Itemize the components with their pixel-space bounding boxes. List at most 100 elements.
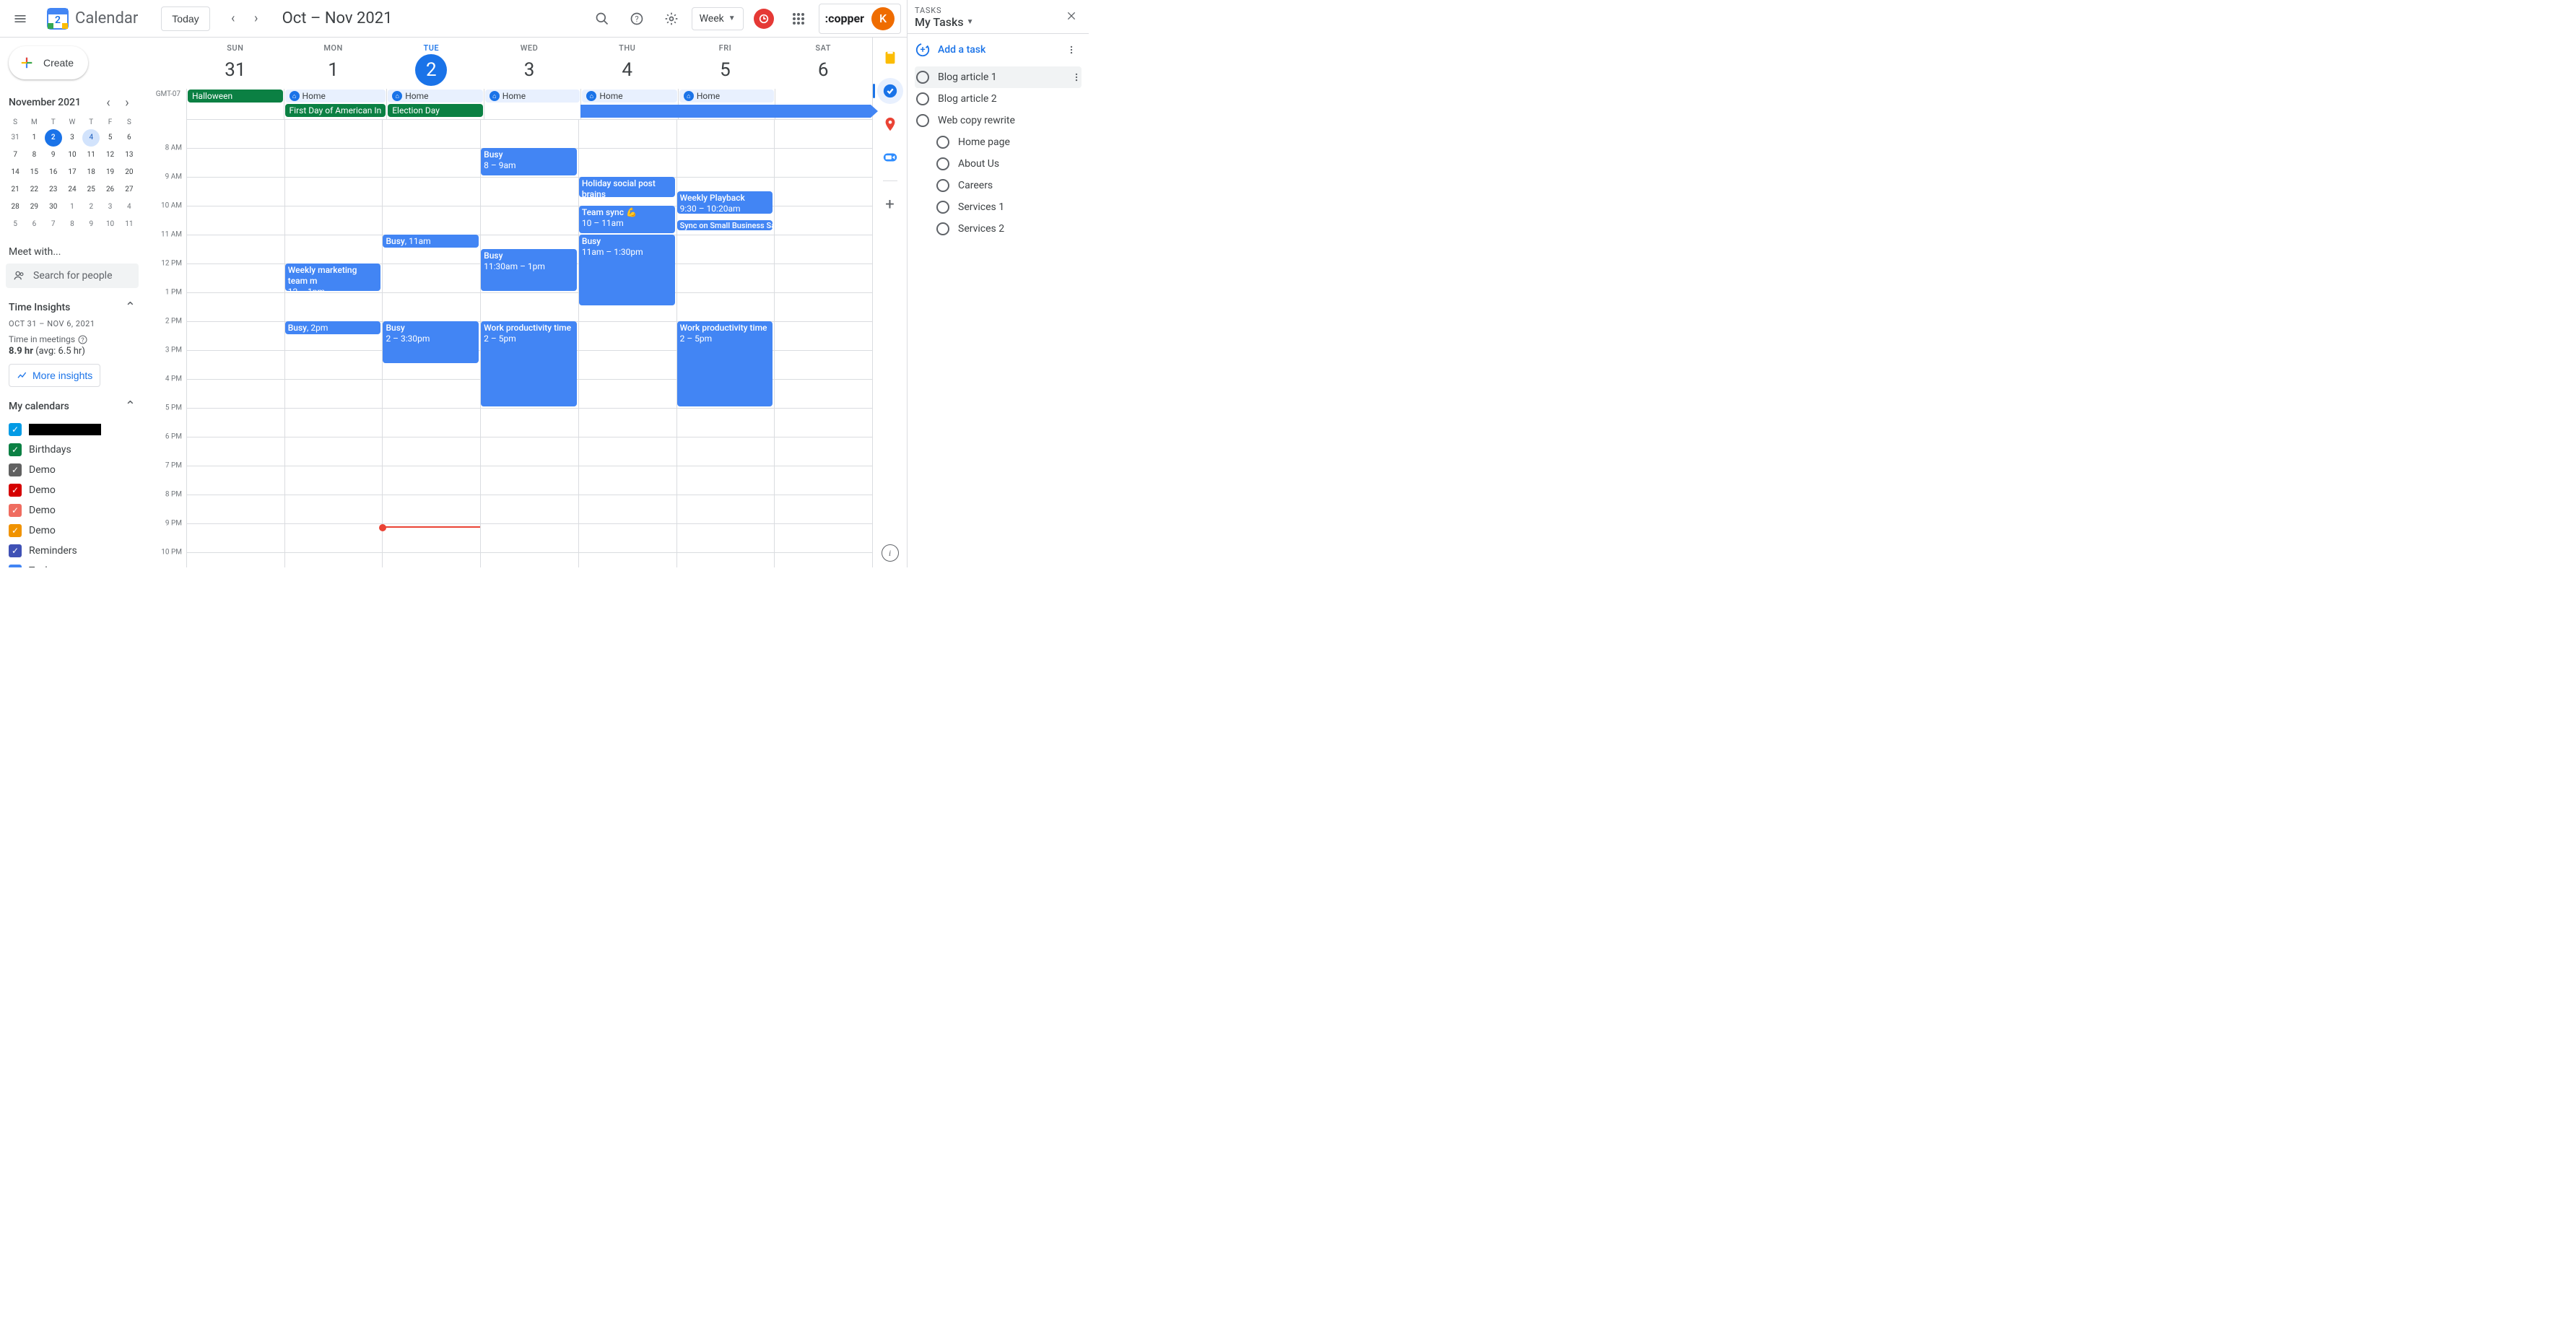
task-complete-circle[interactable] [936, 222, 949, 235]
calendar-event[interactable]: Team sync 💪10 – 11am [579, 206, 675, 233]
calendar-event[interactable]: Holiday social post brains9 – 9:45am [579, 177, 675, 197]
home-chip[interactable]: ⌂Home [582, 90, 677, 103]
mini-day[interactable]: 11 [82, 147, 100, 164]
calendar-checkbox[interactable]: ✓ [9, 565, 22, 567]
day-column[interactable] [186, 119, 284, 567]
mini-day[interactable]: 24 [64, 181, 81, 199]
mini-day[interactable]: 4 [82, 129, 100, 147]
day-column[interactable]: Busy8 – 9amBusy11:30am – 1pmWork product… [480, 119, 578, 567]
main-menu-button[interactable] [6, 4, 35, 33]
calendar-item[interactable]: ✓Reminders [6, 541, 139, 561]
mini-calendar[interactable]: SMTWTFS311234567891011121314151617181920… [6, 116, 139, 233]
calendar-item[interactable]: ✓Birthdays [6, 440, 139, 460]
mini-day[interactable]: 25 [82, 181, 100, 199]
calendar-event[interactable]: Busy11:30am – 1pm [481, 249, 577, 291]
mini-day[interactable]: 2 [82, 199, 100, 216]
day-header[interactable]: SAT6 [774, 38, 872, 89]
next-week-button[interactable]: › [245, 7, 268, 30]
calendar-checkbox[interactable]: ✓ [9, 463, 22, 476]
mini-day[interactable]: 2 [45, 129, 62, 147]
task-complete-circle[interactable] [936, 136, 949, 149]
task-complete-circle[interactable] [936, 157, 949, 170]
mini-day[interactable]: 12 [102, 147, 119, 164]
task-item[interactable]: Blog article 2 [915, 88, 1082, 110]
task-item[interactable]: Careers [915, 175, 1082, 196]
allday-column[interactable]: ⌂Home [484, 89, 581, 119]
close-tasks-button[interactable] [1061, 6, 1082, 26]
day-column[interactable] [774, 119, 872, 567]
task-complete-circle[interactable] [916, 92, 929, 105]
calendar-event[interactable]: Busy, 11am [383, 235, 479, 248]
mini-day[interactable]: 11 [121, 216, 138, 233]
mini-day[interactable]: 5 [102, 129, 119, 147]
task-complete-circle[interactable] [916, 71, 929, 84]
task-complete-circle[interactable] [936, 201, 949, 214]
chevron-up-icon[interactable]: ⌃ [125, 399, 136, 414]
mini-day[interactable]: 31 [6, 129, 24, 147]
mini-day[interactable]: 9 [45, 147, 62, 164]
mini-day[interactable]: 22 [25, 181, 43, 199]
calendar-event[interactable]: Weekly marketing team m12 – 1pm [285, 264, 381, 291]
day-column[interactable]: Holiday social post brains9 – 9:45am Team… [578, 119, 676, 567]
calendar-item[interactable]: ✓Demo [6, 480, 139, 500]
task-item[interactable]: Web copy rewrite [915, 110, 1082, 131]
day-header[interactable]: WED3 [480, 38, 578, 89]
add-addon-button[interactable]: + [877, 191, 903, 217]
support-button[interactable]: ? [622, 4, 651, 33]
task-complete-circle[interactable] [936, 179, 949, 192]
task-item[interactable]: About Us [915, 153, 1082, 175]
day-header[interactable]: MON1 [284, 38, 383, 89]
calendar-item[interactable]: ✓Demo [6, 500, 139, 521]
mini-day[interactable]: 28 [6, 199, 24, 216]
people-search[interactable]: Search for people [6, 264, 139, 288]
multiday-event[interactable] [580, 105, 878, 118]
google-apps-button[interactable] [784, 4, 813, 33]
calendar-event[interactable]: Busy2 – 3:30pm [383, 321, 479, 363]
mini-day[interactable]: 23 [45, 181, 62, 199]
mini-day[interactable]: 13 [121, 147, 138, 164]
mini-day[interactable]: 17 [64, 164, 81, 181]
zoom-button[interactable] [877, 144, 903, 170]
mini-day[interactable]: 3 [102, 199, 119, 216]
mini-day[interactable]: 10 [102, 216, 119, 233]
mini-day[interactable]: 29 [25, 199, 43, 216]
mini-day[interactable]: 19 [102, 164, 119, 181]
day-column[interactable]: Weekly Playback9:30 – 10:20amSync on Sma… [676, 119, 775, 567]
logo[interactable]: 2 Calendar [40, 7, 144, 30]
mini-day[interactable]: 8 [25, 147, 43, 164]
calendar-checkbox[interactable]: ✓ [9, 484, 22, 497]
holiday-chip[interactable]: First Day of American In [285, 104, 386, 117]
keep-button[interactable] [877, 45, 903, 71]
task-list-menu-button[interactable] [1063, 41, 1080, 58]
task-complete-circle[interactable] [916, 114, 929, 127]
side-panel-info-button[interactable]: i [882, 544, 899, 562]
allday-column[interactable]: ⌂HomeFirst Day of American In [284, 89, 387, 119]
mini-next-button[interactable]: › [118, 94, 136, 111]
today-button[interactable]: Today [161, 6, 209, 31]
task-item[interactable]: Services 1 [915, 196, 1082, 218]
day-header[interactable]: TUE2 [382, 38, 480, 89]
mini-day[interactable]: 1 [25, 129, 43, 147]
calendar-checkbox[interactable]: ✓ [9, 544, 22, 557]
home-chip[interactable]: ⌂Home [485, 90, 580, 103]
mini-day[interactable]: 18 [82, 164, 100, 181]
day-column[interactable]: Busy, 11am Busy2 – 3:30pm [382, 119, 480, 567]
mini-day[interactable]: 30 [45, 199, 62, 216]
mini-day[interactable]: 6 [121, 129, 138, 147]
mini-day[interactable]: 3 [64, 129, 81, 147]
chevron-up-icon[interactable]: ⌃ [125, 300, 136, 315]
tasks-list-selector[interactable]: My Tasks ▼ [915, 15, 974, 29]
calendar-item[interactable]: ✓Demo [6, 460, 139, 480]
mini-day[interactable]: 5 [6, 216, 24, 233]
calendar-checkbox[interactable]: ✓ [9, 443, 22, 456]
home-chip[interactable]: ⌂Home [679, 90, 775, 103]
task-item[interactable]: Blog article 1 [915, 66, 1082, 88]
days-grid[interactable]: Weekly marketing team m12 – 1pmBusy, 2pm… [186, 119, 872, 567]
day-column[interactable]: Weekly marketing team m12 – 1pmBusy, 2pm [284, 119, 383, 567]
prev-week-button[interactable]: ‹ [222, 7, 245, 30]
allday-column[interactable]: ⌂HomeElection Day [386, 89, 484, 119]
mini-day[interactable]: 16 [45, 164, 62, 181]
calendar-event[interactable]: Busy8 – 9am [481, 148, 577, 175]
mini-day[interactable]: 14 [6, 164, 24, 181]
home-chip[interactable]: ⌂Home [285, 90, 386, 103]
